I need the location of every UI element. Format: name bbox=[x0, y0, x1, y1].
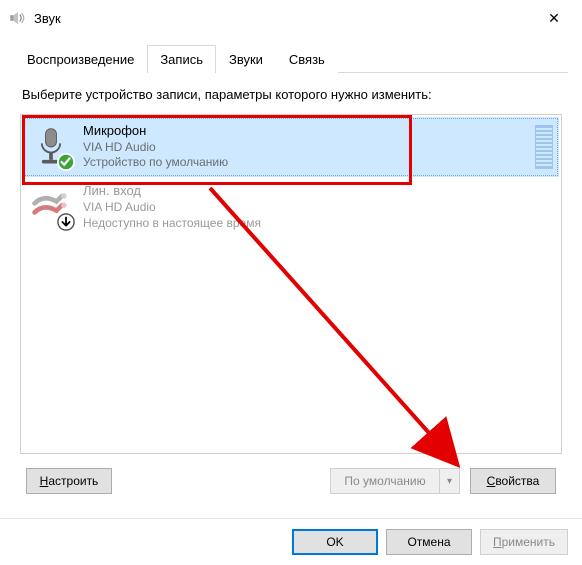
tab-sounds[interactable]: Звуки bbox=[216, 45, 276, 73]
tab-label: Звуки bbox=[229, 52, 263, 67]
tab-communications[interactable]: Связь bbox=[276, 45, 338, 73]
dialog-footer: OK Отмена Применить bbox=[0, 518, 582, 565]
tab-recording[interactable]: Запись bbox=[147, 45, 216, 73]
device-list[interactable]: Микрофон VIA HD Audio Устройство по умол… bbox=[20, 114, 562, 454]
checkmark-badge-icon bbox=[57, 153, 75, 171]
device-status: Недоступно в настоящее время bbox=[83, 216, 553, 232]
down-arrow-badge-icon bbox=[57, 213, 75, 231]
chevron-down-icon: ▾ bbox=[447, 476, 452, 487]
properties-button[interactable]: Свойства bbox=[470, 468, 556, 494]
panel-footer: Настроить По умолчанию ▾ Свойства bbox=[20, 454, 562, 508]
sound-icon bbox=[8, 9, 26, 27]
tab-playback[interactable]: Воспроизведение bbox=[14, 45, 147, 73]
device-item-line-in[interactable]: Лин. вход VIA HD Audio Недоступно в наст… bbox=[23, 177, 559, 237]
cancel-button[interactable]: Отмена bbox=[386, 529, 472, 555]
device-item-microphone[interactable]: Микрофон VIA HD Audio Устройство по умол… bbox=[23, 117, 559, 177]
tab-label: Запись bbox=[160, 52, 203, 67]
button-rest: войства bbox=[495, 474, 539, 488]
set-default-split-button: По умолчанию ▾ bbox=[330, 468, 460, 494]
tab-label: Воспроизведение bbox=[27, 52, 134, 67]
configure-button[interactable]: Настроить bbox=[26, 468, 112, 494]
close-button[interactable]: ✕ bbox=[534, 3, 574, 33]
device-name: Микрофон bbox=[83, 123, 525, 140]
apply-button[interactable]: Применить bbox=[480, 529, 568, 555]
button-mnemonic: С bbox=[487, 474, 496, 488]
button-label: По умолчанию bbox=[344, 474, 425, 488]
set-default-button[interactable]: По умолчанию bbox=[330, 468, 440, 494]
button-label: Отмена bbox=[407, 535, 450, 549]
level-meter bbox=[535, 125, 553, 169]
device-text: Лин. вход VIA HD Audio Недоступно в наст… bbox=[83, 183, 553, 231]
button-label: OK bbox=[326, 535, 343, 549]
line-in-icon bbox=[29, 185, 73, 229]
device-status: Устройство по умолчанию bbox=[83, 155, 525, 171]
device-driver: VIA HD Audio bbox=[83, 200, 553, 216]
button-rest: рименить bbox=[502, 535, 555, 549]
tab-label: Связь bbox=[289, 52, 325, 67]
microphone-icon bbox=[29, 125, 73, 169]
device-text: Микрофон VIA HD Audio Устройство по умол… bbox=[83, 123, 525, 171]
instruction-text: Выберите устройство записи, параметры ко… bbox=[22, 87, 560, 102]
ok-button[interactable]: OK bbox=[292, 529, 378, 555]
set-default-dropdown[interactable]: ▾ bbox=[440, 468, 460, 494]
tab-strip: Воспроизведение Запись Звуки Связь bbox=[14, 44, 568, 72]
device-name: Лин. вход bbox=[83, 183, 553, 200]
device-driver: VIA HD Audio bbox=[83, 140, 525, 156]
button-mnemonic: П bbox=[493, 535, 502, 549]
close-icon: ✕ bbox=[548, 10, 560, 27]
button-rest: астроить bbox=[48, 474, 98, 488]
window-title: Звук bbox=[34, 11, 534, 26]
title-bar: Звук ✕ bbox=[0, 0, 582, 36]
